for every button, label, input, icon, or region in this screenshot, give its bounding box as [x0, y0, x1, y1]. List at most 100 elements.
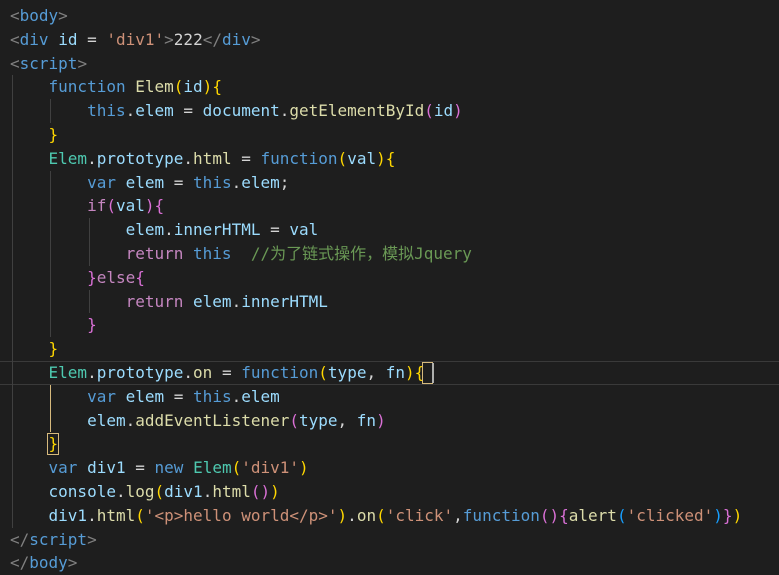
code-token: function — [462, 505, 540, 525]
code-line[interactable]: console.log(div1.html()) — [0, 480, 779, 504]
code-token: innerHTML — [241, 291, 328, 311]
code-line[interactable]: var elem = this.elem — [0, 385, 779, 409]
code-token: { — [154, 196, 165, 216]
code-token: function — [48, 77, 126, 97]
code-token: . — [202, 482, 213, 501]
code-token: } — [48, 339, 59, 359]
code-token: . — [87, 148, 97, 168]
code-line[interactable]: } — [0, 313, 779, 337]
code-token: . — [164, 220, 174, 240]
code-line[interactable]: </body> — [0, 551, 779, 575]
code-token: //为了链式操作，模拟Jquery — [250, 244, 472, 263]
code-text: <div id = 'div1'>222</div> — [10, 28, 261, 52]
code-line[interactable]: <body> — [0, 4, 779, 28]
code-line[interactable]: </script> — [0, 528, 779, 552]
code-token: 'clicked' — [626, 505, 714, 525]
code-token: on — [356, 505, 377, 525]
code-editor[interactable]: <body> <div id = 'div1'>222</div> <script>… — [0, 0, 779, 575]
indent-guide — [50, 99, 52, 123]
code-token: ( — [173, 77, 184, 97]
code-token: ) — [337, 505, 348, 525]
code-token: . — [183, 363, 194, 382]
code-token: ; — [279, 172, 290, 192]
code-token: = — [212, 363, 242, 382]
code-line[interactable]: elem.addEventListener(type, fn) — [0, 409, 779, 433]
code-token: . — [115, 482, 126, 501]
code-line[interactable]: var div1 = new Elem('div1') — [0, 456, 779, 480]
code-token: elem — [125, 386, 165, 406]
code-token: div1 — [48, 505, 88, 525]
code-token: div — [221, 29, 251, 49]
code-token: elem — [241, 386, 280, 406]
code-token: . — [347, 505, 357, 525]
code-line[interactable]: var elem = this.elem; — [0, 171, 779, 195]
code-line[interactable]: } — [0, 432, 779, 456]
code-token: () — [250, 482, 271, 501]
code-token: ( — [106, 196, 116, 216]
code-line[interactable]: return elem.innerHTML — [0, 290, 779, 314]
code-token: html — [96, 505, 136, 525]
code-line[interactable]: Elem.prototype.html = function(val){ — [0, 147, 779, 171]
code-token: Elem — [135, 77, 174, 97]
code-token: elem — [125, 172, 165, 192]
text-cursor — [432, 363, 435, 383]
code-token: Elem — [193, 458, 232, 478]
code-token: 'div1' — [106, 29, 165, 49]
code-token: body — [19, 6, 59, 25]
code-token: script — [29, 529, 88, 549]
code-token: div1 — [87, 458, 126, 478]
code-line[interactable]: } — [0, 337, 779, 361]
code-text: } — [10, 313, 97, 337]
code-token: html — [212, 482, 251, 501]
code-token: this — [193, 386, 232, 406]
code-token: elem — [87, 410, 126, 430]
code-line[interactable]: <script> — [0, 52, 779, 76]
code-line[interactable]: } — [0, 123, 779, 147]
code-line[interactable]: function Elem(id){ — [0, 75, 779, 99]
code-token: document — [202, 101, 280, 121]
code-token: var — [48, 458, 78, 478]
code-token: 'div1' — [241, 458, 300, 478]
code-token: 222 — [173, 29, 203, 49]
code-line[interactable]: return this //为了链式操作，模拟Jquery — [0, 242, 779, 266]
code-token: elem — [193, 291, 232, 311]
code-line[interactable]: div1.html('<p>hello world</p>').on('clic… — [0, 504, 779, 528]
code-line[interactable]: }else{ — [0, 266, 779, 290]
code-text: <script> — [10, 52, 87, 76]
code-line[interactable]: if(val){ — [0, 194, 779, 218]
code-token: ) — [713, 505, 723, 525]
code-token: . — [231, 386, 242, 406]
code-token: ( — [337, 148, 348, 168]
code-token: < — [10, 53, 20, 73]
code-line[interactable]: elem.innerHTML = val — [0, 218, 779, 242]
code-token: , — [453, 505, 463, 525]
code-line[interactable]: this.elem = document.getElementById(id) — [0, 99, 779, 123]
code-text: </script> — [10, 528, 97, 552]
code-token: this — [193, 244, 232, 263]
indent-guide — [50, 384, 52, 433]
code-text: </body> — [10, 551, 77, 575]
code-token: new — [154, 458, 184, 478]
code-text: elem.innerHTML = val — [10, 218, 319, 242]
code-text: this.elem = document.getElementById(id) — [10, 99, 463, 123]
code-text: div1.html('<p>hello world</p>').on('clic… — [10, 504, 743, 528]
code-token: html — [193, 148, 232, 168]
indent-guide — [12, 75, 13, 528]
code-line[interactable]: <div id = 'div1'>222</div> — [0, 28, 779, 52]
code-token: </ — [10, 553, 30, 573]
code-token: ) — [202, 77, 213, 97]
code-token: ) — [299, 458, 309, 478]
code-token: this — [87, 101, 126, 121]
code-text: <body> — [10, 4, 68, 28]
code-line[interactable]: Elem.prototype.on = function(type, fn){ — [0, 361, 779, 385]
code-token: . — [279, 101, 290, 121]
code-text: Elem.prototype.html = function(val){ — [10, 147, 396, 171]
code-token: . — [183, 148, 194, 168]
